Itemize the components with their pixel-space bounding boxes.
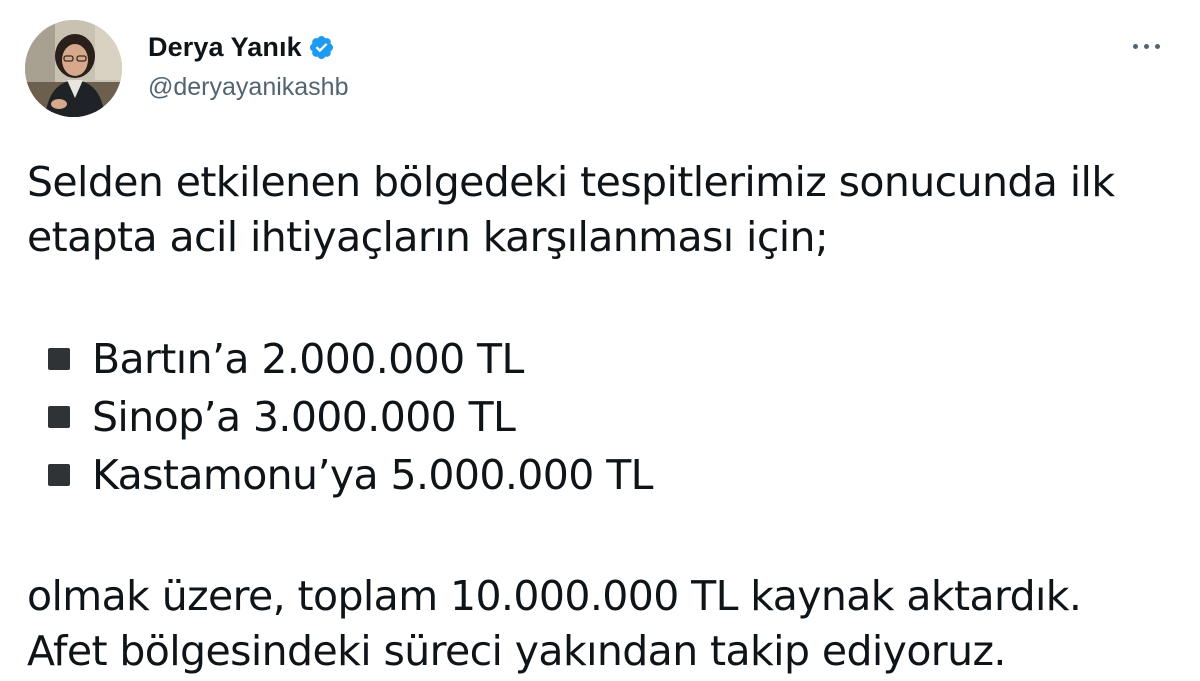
tweet-text-line: Afet bölgesindeki süreci yakından takip … — [27, 627, 1006, 675]
more-options-button[interactable] — [1122, 34, 1170, 58]
list-item-text: Bartın’a 2.000.000 TL — [92, 334, 524, 383]
list-item: Kastamonu’ya 5.000.000 TL — [27, 446, 1177, 504]
tweet-text-line: olmak üzere, toplam 10.000.000 TL kaynak… — [27, 572, 1082, 620]
black-square-bullet-icon — [48, 464, 70, 486]
tweet-card: Derya Yanık @deryayanikashb Selden etkil… — [0, 0, 1200, 681]
black-square-bullet-icon — [48, 348, 70, 370]
more-horizontal-icon — [1132, 43, 1138, 49]
profile-photo — [25, 20, 122, 117]
list-item: Sinop’a 3.000.000 TL — [27, 388, 1177, 446]
tweet-text-line: etapta acil ihtiyaçların karşılanması iç… — [27, 213, 829, 261]
author-handle[interactable]: @deryayanikashb — [148, 73, 349, 102]
black-square-bullet-icon — [48, 406, 70, 428]
list-item-text: Kastamonu’ya 5.000.000 TL — [92, 450, 653, 499]
author-name-row: Derya Yanık — [148, 30, 335, 64]
author-display-name[interactable]: Derya Yanık — [148, 32, 302, 63]
more-horizontal-icon — [1143, 43, 1149, 49]
tweet-text: Selden etkilenen bölgedeki tespitlerimiz… — [27, 155, 1177, 679]
list-item: Bartın’a 2.000.000 TL — [27, 330, 1177, 388]
avatar[interactable] — [25, 20, 122, 117]
list-item-text: Sinop’a 3.000.000 TL — [92, 392, 516, 441]
tweet-text-line: Selden etkilenen bölgedeki tespitlerimiz… — [27, 158, 1115, 206]
more-horizontal-icon — [1154, 43, 1160, 49]
verified-badge-icon — [308, 34, 335, 61]
